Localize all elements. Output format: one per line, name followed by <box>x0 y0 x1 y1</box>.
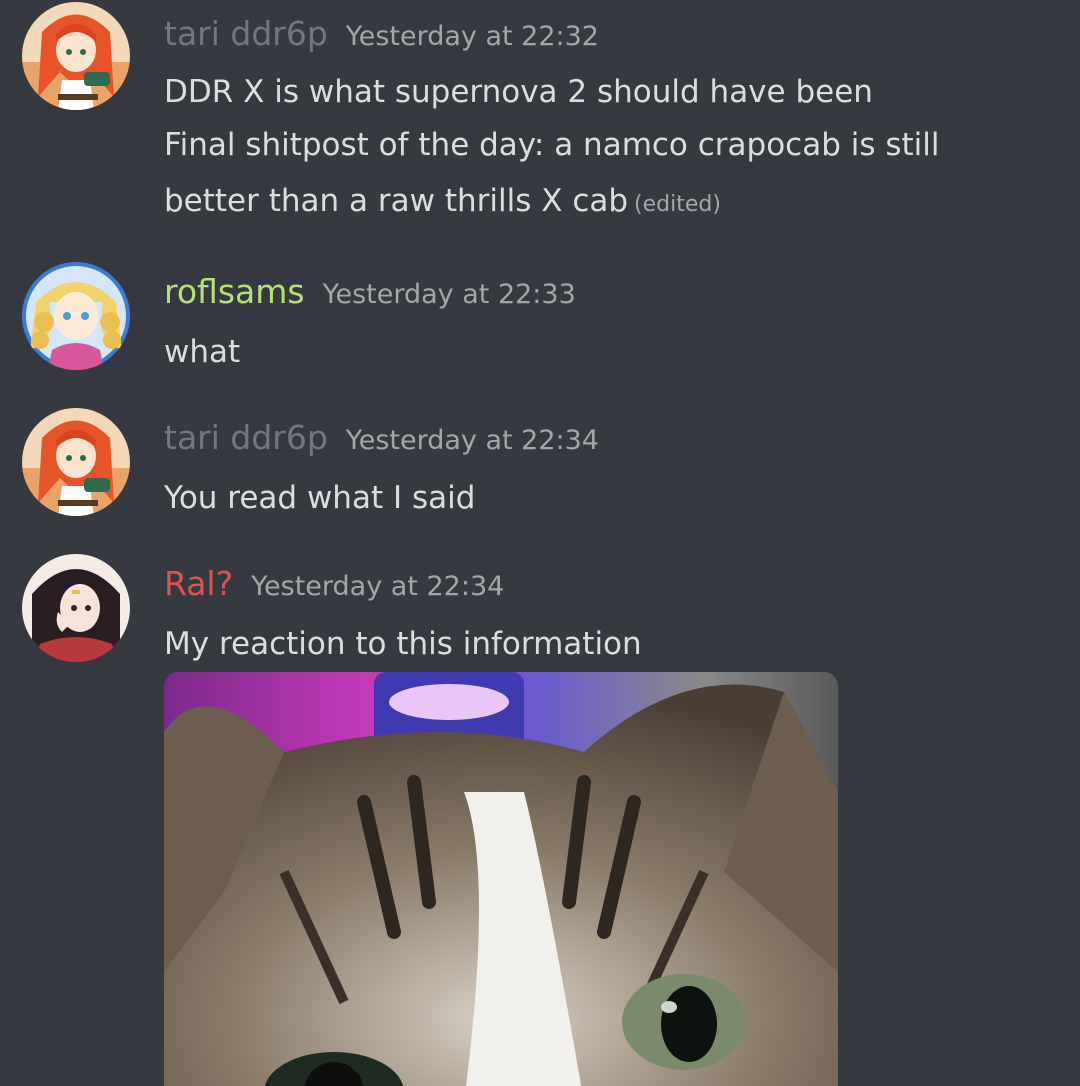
message-text: better than a raw thrills X cab <box>164 183 629 219</box>
avatar[interactable] <box>22 262 130 370</box>
username[interactable]: tari ddr6p <box>164 418 328 457</box>
cat-photo-icon <box>164 672 838 1086</box>
message-text: My reaction to this information <box>164 626 642 662</box>
image-attachment[interactable] <box>164 672 838 1086</box>
avatar[interactable] <box>22 2 130 110</box>
timestamp: Yesterday at 22:34 <box>251 571 505 602</box>
message-text-last: better than a raw thrills X cab (edited) <box>164 183 721 219</box>
avatar[interactable] <box>22 554 130 662</box>
timestamp: Yesterday at 22:33 <box>322 279 576 310</box>
message-text: what <box>164 334 241 370</box>
username[interactable]: Ral? <box>164 564 233 603</box>
blonde-girl-avatar-icon <box>22 262 130 370</box>
edited-label: (edited) <box>634 192 721 217</box>
chat-message-list: tari ddr6p Yesterday at 22:32 DDR X is wh… <box>0 0 1080 1086</box>
dark-hair-girl-avatar-icon <box>22 554 130 662</box>
timestamp: Yesterday at 22:32 <box>345 21 599 52</box>
message-text: Final shitpost of the day: a namco crapo… <box>164 127 940 163</box>
username[interactable]: roflsams <box>164 272 305 311</box>
anime-girl-avatar-icon <box>22 2 130 110</box>
avatar[interactable] <box>22 408 130 516</box>
anime-girl-avatar-icon <box>22 408 130 516</box>
message-text: DDR X is what supernova 2 should have be… <box>164 74 873 110</box>
timestamp: Yesterday at 22:34 <box>345 425 599 456</box>
message-text: You read what I said <box>164 480 476 516</box>
username[interactable]: tari ddr6p <box>164 14 328 53</box>
